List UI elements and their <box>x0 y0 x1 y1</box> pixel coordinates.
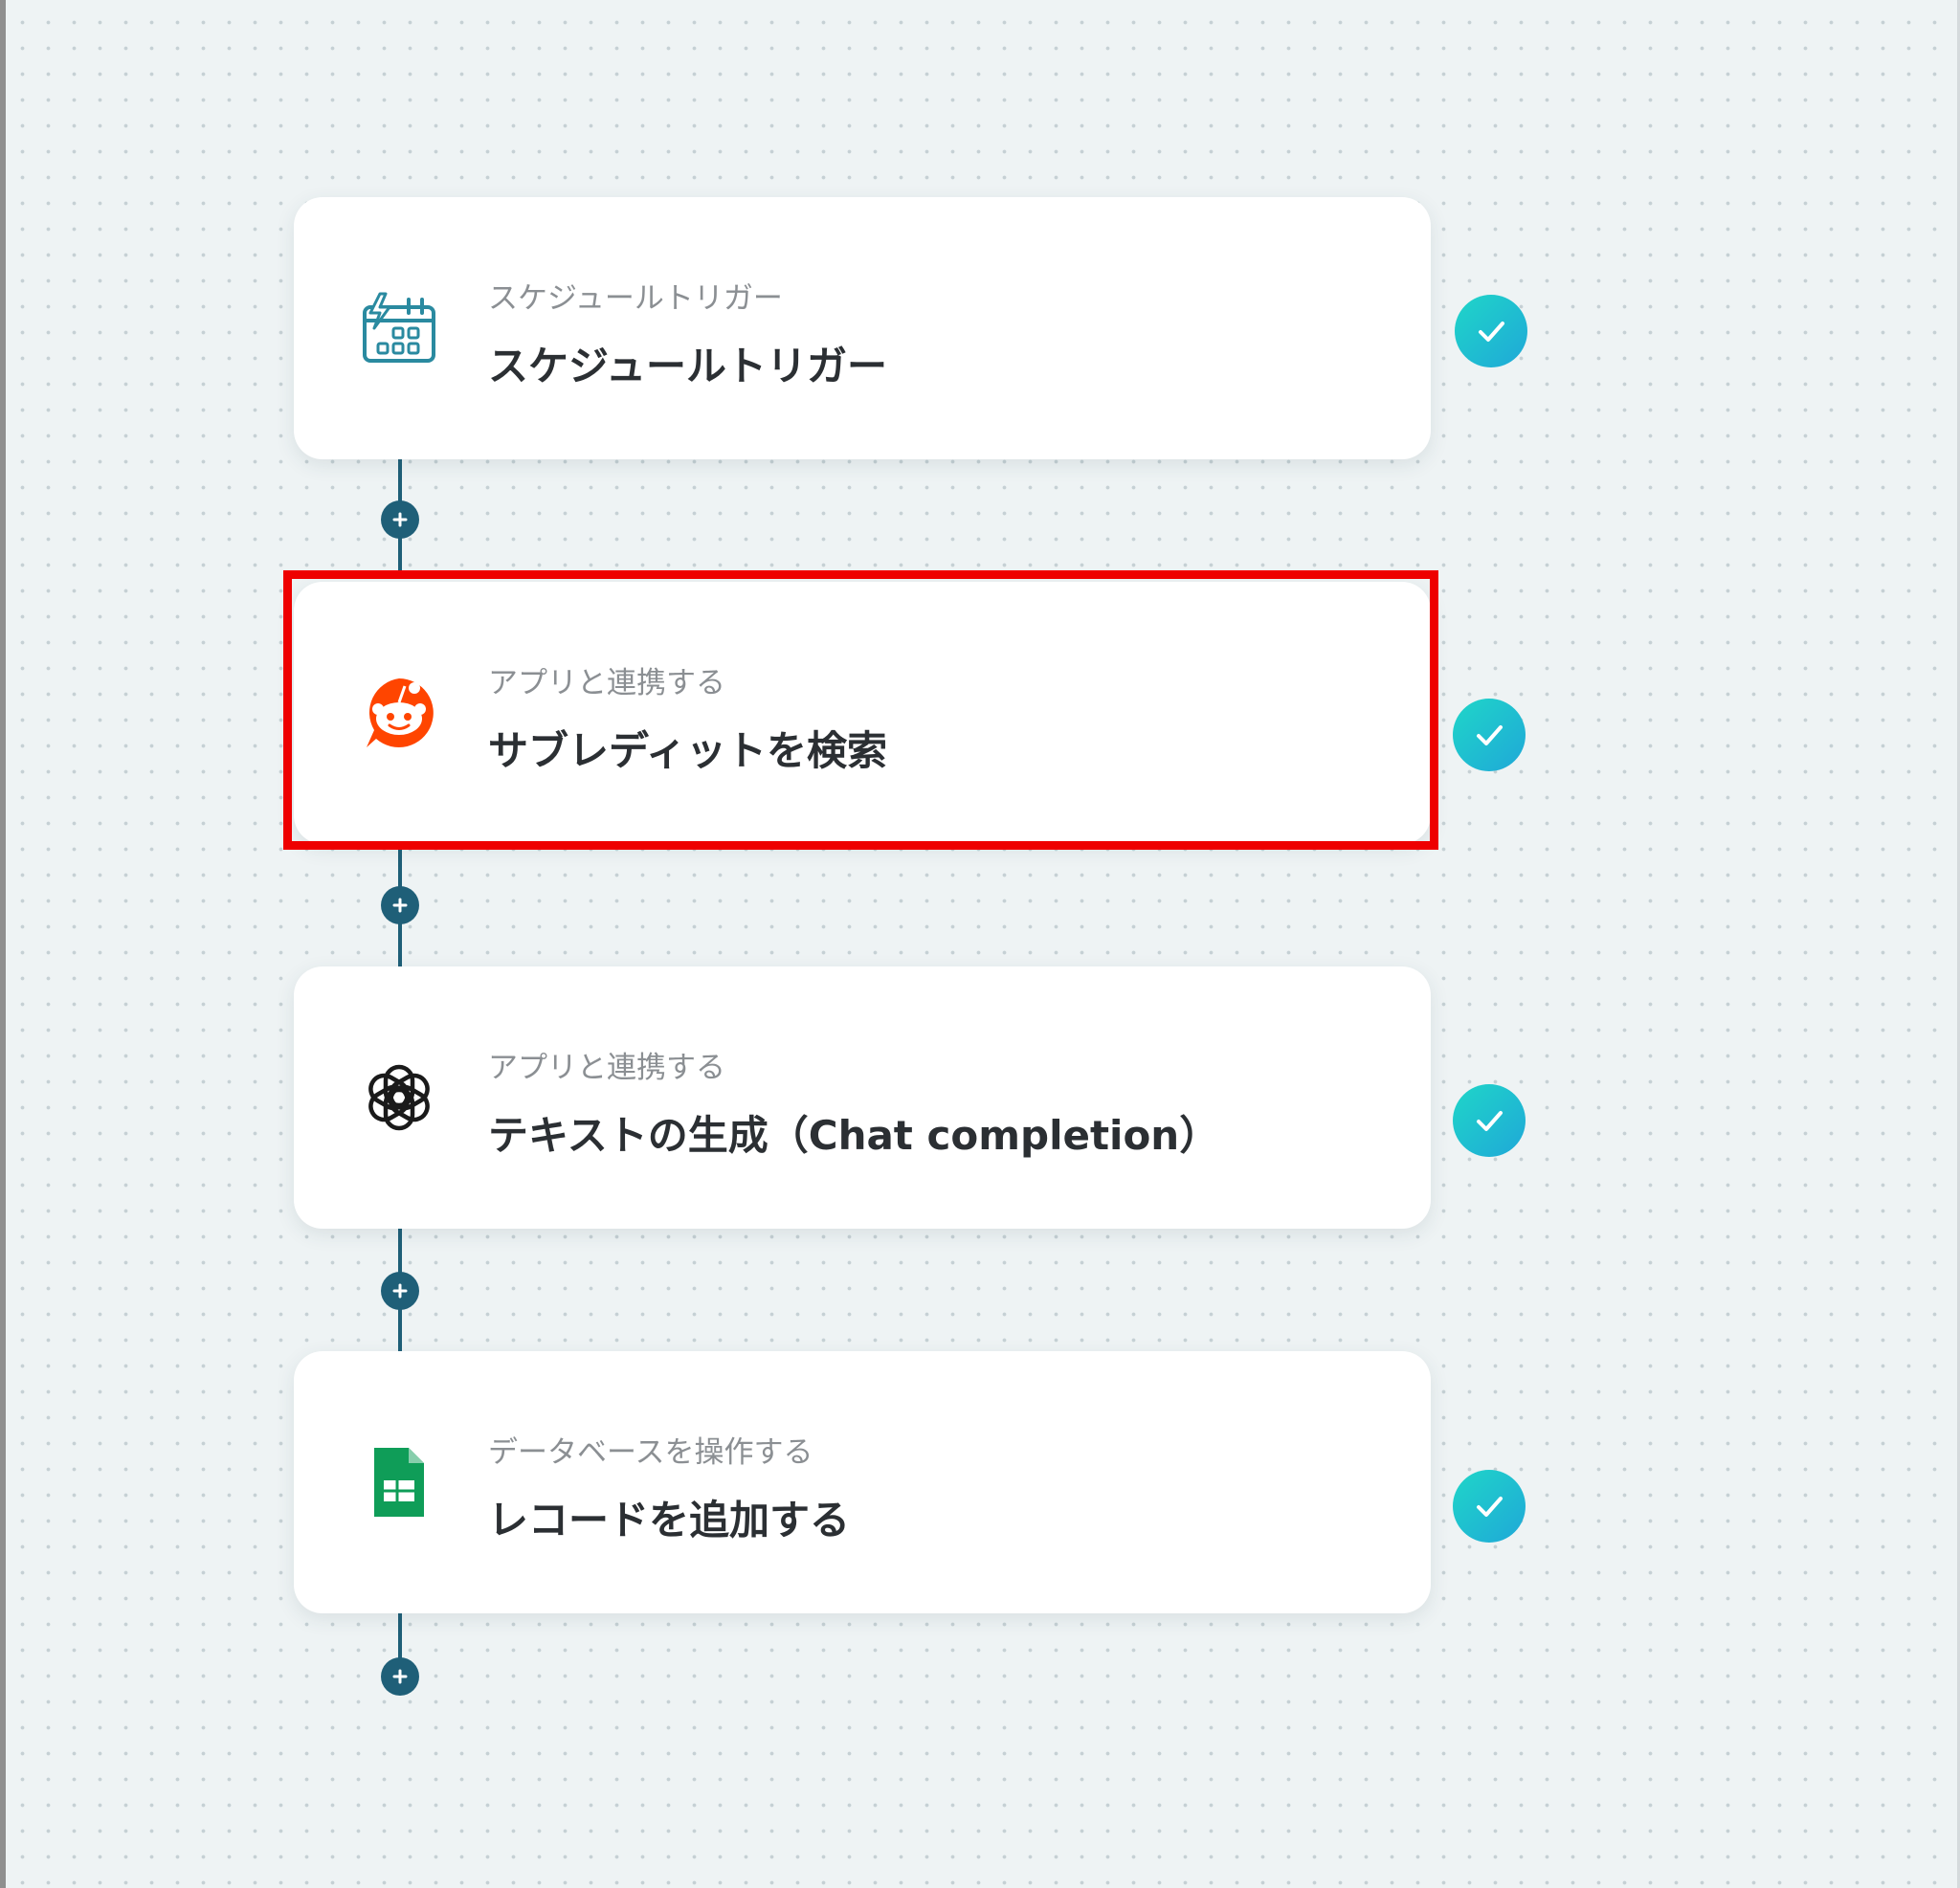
workflow-step-card-schedule-trigger[interactable]: スケジュールトリガー スケジュールトリガー <box>294 197 1431 459</box>
step-completed-check <box>1453 1084 1526 1157</box>
step-category-label: スケジュールトリガー <box>488 281 783 316</box>
add-step-button[interactable] <box>381 886 419 924</box>
reddit-icon <box>361 675 437 751</box>
step-completed-check <box>1453 699 1526 771</box>
plus-icon <box>392 1669 408 1684</box>
add-step-button[interactable] <box>381 1272 419 1310</box>
checkmark-icon <box>1477 1497 1503 1517</box>
step-title: サブレディットを検索 <box>488 727 888 774</box>
workflow-step-card-add-record[interactable]: データベースを操作する レコードを追加する <box>294 1351 1431 1613</box>
calendar-trigger-icon <box>361 290 437 366</box>
step-category-label: アプリと連携する <box>488 666 725 700</box>
window-left-border <box>0 0 6 1888</box>
add-step-button[interactable] <box>381 500 419 539</box>
step-title: レコードを追加する <box>488 1497 851 1544</box>
checkmark-icon <box>1477 1111 1503 1131</box>
step-completed-check <box>1455 295 1527 367</box>
openai-icon <box>361 1059 437 1136</box>
google-sheets-icon <box>361 1444 437 1521</box>
plus-icon <box>392 1283 408 1299</box>
checkmark-icon <box>1477 725 1503 745</box>
plus-icon <box>392 898 408 913</box>
step-completed-check <box>1453 1470 1526 1543</box>
step-title: テキストの生成（Chat completion） <box>488 1112 1220 1159</box>
step-category-label: データベースを操作する <box>488 1435 813 1470</box>
checkmark-icon <box>1479 322 1504 342</box>
step-title: スケジュールトリガー <box>488 343 888 389</box>
workflow-step-card-chat-completion[interactable]: アプリと連携する テキストの生成（Chat completion） <box>294 966 1431 1229</box>
step-category-label: アプリと連携する <box>488 1051 725 1085</box>
workflow-step-card-reddit-search[interactable]: アプリと連携する サブレディットを検索 <box>294 582 1431 844</box>
plus-icon <box>392 512 408 527</box>
add-step-button[interactable] <box>381 1657 419 1696</box>
